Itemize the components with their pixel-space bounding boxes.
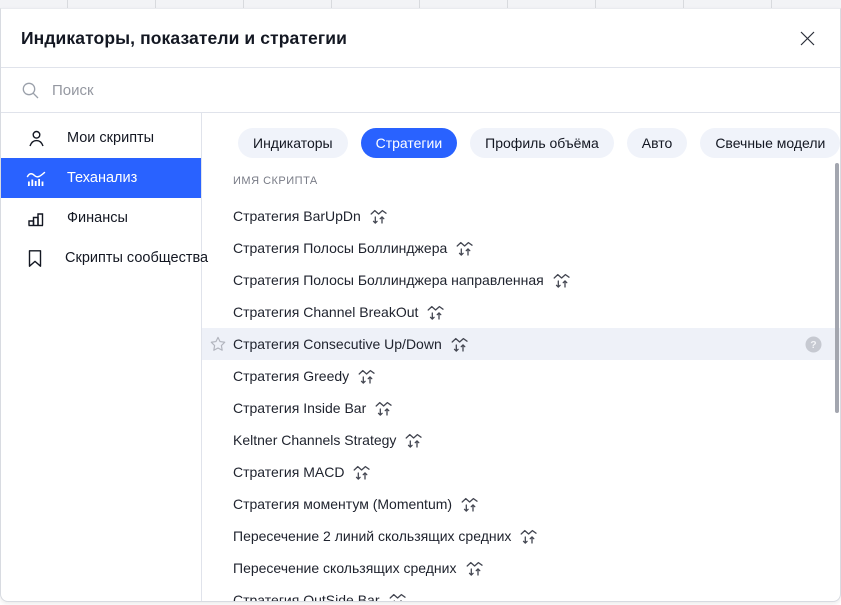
script-name: Стратегия Channel BreakOut (233, 304, 418, 320)
strategy-icon (353, 464, 371, 481)
help-icon[interactable]: ? (805, 336, 822, 353)
scrollbar-thumb[interactable] (835, 163, 839, 413)
filter-chip-2[interactable]: Профиль объёма (470, 128, 614, 158)
script-name: Стратегия MACD (233, 464, 344, 480)
finance-bars-icon (25, 207, 47, 229)
favorite-star-icon[interactable] (209, 335, 227, 353)
script-row[interactable]: Стратегия Channel BreakOut? (202, 296, 840, 328)
sidebar-item-label: Финансы (67, 210, 128, 226)
technical-analysis-icon (25, 167, 47, 189)
script-name: Стратегия Полосы Боллинджера направленна… (233, 272, 544, 288)
strategy-icon (456, 240, 474, 257)
strategy-icon (466, 560, 484, 577)
script-name: Стратегия OutSide Bar (233, 592, 380, 601)
script-row[interactable]: Стратегия BarUpDn? (202, 200, 840, 232)
strategy-icon (405, 432, 423, 449)
filter-chip-1[interactable]: Стратегии (361, 128, 458, 158)
dialog-header: Индикаторы, показатели и стратегии (1, 9, 840, 68)
bookmark-icon (25, 247, 45, 269)
strategy-icon (520, 528, 538, 545)
script-name: Стратегия Полосы Боллинджера (233, 240, 447, 256)
sidebar-item-label: Мои скрипты (67, 130, 154, 146)
script-name: Keltner Channels Strategy (233, 432, 396, 448)
script-row[interactable]: Стратегия моментум (Momentum)? (202, 488, 840, 520)
script-row[interactable]: Стратегия MACD? (202, 456, 840, 488)
strategy-icon (375, 400, 393, 417)
content-panel: Индикаторы Стратегии Профиль объёма Авто Све… (202, 113, 840, 601)
script-name: Стратегия BarUpDn (233, 208, 361, 224)
dialog-body: Мои скрипты Теханализ Финансы Скрипты сообщ… (1, 113, 840, 601)
script-name: Стратегия Inside Bar (233, 400, 366, 416)
sidebar-item-2[interactable]: Финансы (1, 198, 201, 238)
strategy-icon (427, 304, 445, 321)
script-row[interactable]: Стратегия OutSide Bar? (202, 584, 840, 601)
search-input[interactable] (50, 81, 820, 100)
filter-chips: Индикаторы Стратегии Профиль объёма Авто Све… (202, 128, 840, 158)
strategy-icon (370, 208, 388, 225)
sidebar-item-3[interactable]: Скрипты сообщества (1, 238, 201, 278)
dialog-title: Индикаторы, показатели и стратегии (21, 28, 796, 49)
filter-chip-4[interactable]: Свечные модели (700, 128, 840, 158)
strategy-icon (389, 592, 407, 602)
sidebar-item-label: Теханализ (67, 170, 137, 186)
script-row[interactable]: Пересечение скользящих средних? (202, 552, 840, 584)
script-row[interactable]: Стратегия Inside Bar? (202, 392, 840, 424)
script-name: Стратегия Greedy (233, 368, 349, 384)
script-list: Стратегия BarUpDn?Стратегия Полосы Болли… (202, 200, 840, 601)
sidebar-item-label: Скрипты сообщества (65, 250, 208, 266)
filter-chip-3[interactable]: Авто (627, 128, 688, 158)
script-name: Стратегия Consecutive Up/Down (233, 336, 442, 352)
sidebar: Мои скрипты Теханализ Финансы Скрипты сообщ… (1, 113, 202, 601)
strategy-icon (358, 368, 376, 385)
script-name: Пересечение 2 линий скользящих средних (233, 528, 511, 544)
script-name: Пересечение скользящих средних (233, 560, 457, 576)
strategy-icon (461, 496, 479, 513)
script-row[interactable]: Keltner Channels Strategy? (202, 424, 840, 456)
list-header: ИМЯ СКРИПТА (233, 175, 840, 189)
search-icon (21, 81, 40, 100)
close-icon (798, 29, 817, 48)
sidebar-item-0[interactable]: Мои скрипты (1, 118, 201, 158)
filter-chip-0[interactable]: Индикаторы (238, 128, 348, 158)
svg-text:?: ? (810, 339, 816, 351)
person-icon (25, 127, 47, 149)
search-bar (1, 68, 840, 113)
script-name: Стратегия моментум (Momentum) (233, 496, 452, 512)
script-row[interactable]: Стратегия Полосы Боллинджера? (202, 232, 840, 264)
script-row[interactable]: Пересечение 2 линий скользящих средних? (202, 520, 840, 552)
script-row[interactable]: Стратегия Greedy? (202, 360, 840, 392)
strategy-icon (553, 272, 571, 289)
close-button[interactable] (796, 27, 818, 49)
script-row[interactable]: Стратегия Consecutive Up/Down? (202, 328, 840, 360)
indicators-dialog: Индикаторы, показатели и стратегии Мои с… (0, 8, 841, 602)
script-row[interactable]: Стратегия Полосы Боллинджера направленна… (202, 264, 840, 296)
sidebar-item-1[interactable]: Теханализ (1, 158, 201, 198)
strategy-icon (451, 336, 469, 353)
